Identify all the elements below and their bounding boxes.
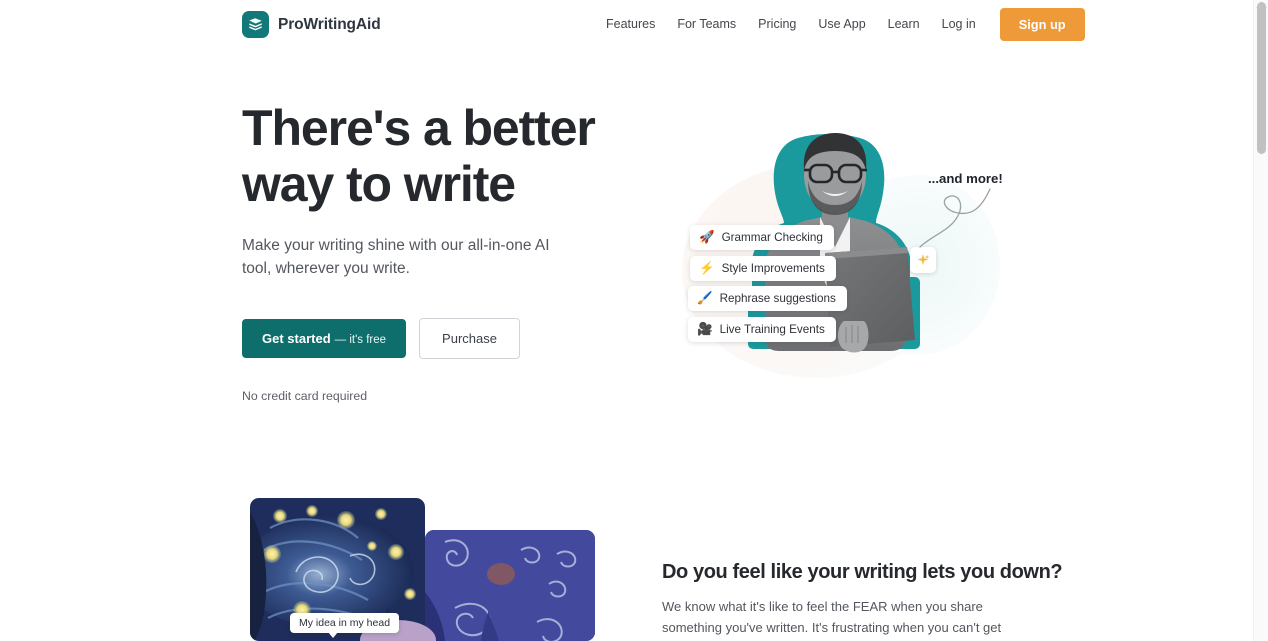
feature-pill-live-training-events[interactable]: 🎥 Live Training Events [688, 317, 836, 342]
nav-link-use-app[interactable]: Use App [807, 11, 876, 37]
main-navigation: Features For Teams Pricing Use App Learn… [595, 0, 1085, 48]
feature-pill-label: Grammar Checking [721, 231, 823, 244]
site-header: ProWritingAid Features For Teams Pricing… [0, 0, 1253, 48]
lower-section-title: Do you feel like your writing lets you d… [662, 561, 1063, 583]
nav-link-log-in[interactable]: Log in [931, 11, 987, 37]
purchase-button[interactable]: Purchase [419, 318, 520, 359]
hero-title-line-2: way to write [242, 156, 516, 212]
feature-pill-label: Live Training Events [719, 323, 825, 336]
hero-cta-row: Get started — it's free Purchase [242, 318, 642, 359]
feature-pill-rephrase-suggestions[interactable]: 🖌️ Rephrase suggestions [688, 286, 847, 311]
brand-logo[interactable]: ProWritingAid [242, 11, 381, 38]
rocket-icon: 🚀 [699, 230, 715, 245]
nav-link-pricing[interactable]: Pricing [747, 11, 807, 37]
paintbrush-icon: 🖌️ [697, 291, 713, 306]
nav-link-for-teams[interactable]: For Teams [666, 11, 747, 37]
get-started-label: Get started [262, 331, 331, 346]
get-started-free-note: — it's free [334, 334, 387, 346]
and-more-annotation: ...and more! [928, 171, 1003, 186]
nav-link-features[interactable]: Features [595, 11, 666, 37]
page-root: ProWritingAid Features For Teams Pricing… [0, 0, 1268, 641]
book-logo-icon [242, 11, 269, 38]
nav-link-learn[interactable]: Learn [877, 11, 931, 37]
scrollbar-thumb[interactable] [1257, 2, 1266, 154]
no-credit-card-note: No credit card required [242, 389, 368, 403]
page-scrollbar[interactable] [1253, 0, 1268, 641]
hero-subtitle: Make your writing shine with our all-in-… [242, 237, 550, 277]
get-started-button[interactable]: Get started — it's free [242, 319, 407, 358]
my-idea-caption: My idea in my head [290, 613, 400, 638]
sign-up-button[interactable]: Sign up [999, 7, 1085, 41]
hero-content: There's a better way to write Make your … [242, 100, 642, 403]
hero-title: There's a better way to write [242, 100, 642, 212]
lower-section-text: Do you feel like your writing lets you d… [662, 561, 1063, 641]
feature-pill-label: Style Improvements [721, 262, 825, 275]
starry-night-flat-image [425, 530, 595, 641]
hero-illustration: 🚀 Grammar Checking ⚡ Style Improvements … [660, 105, 1020, 395]
feature-pill-grammar-checking[interactable]: 🚀 Grammar Checking [690, 225, 834, 250]
hero-title-line-1: There's a better [242, 100, 596, 156]
lower-section-body: We know what it's like to feel the FEAR … [662, 599, 1002, 641]
feature-pill-style-improvements[interactable]: ⚡ Style Improvements [690, 256, 836, 281]
lightning-icon: ⚡ [699, 261, 715, 276]
feature-pill-label: Rephrase suggestions [719, 292, 836, 305]
movie-camera-icon: 🎥 [697, 322, 713, 337]
brand-name: ProWritingAid [278, 15, 381, 33]
hand-drawn-arrow [919, 188, 991, 248]
